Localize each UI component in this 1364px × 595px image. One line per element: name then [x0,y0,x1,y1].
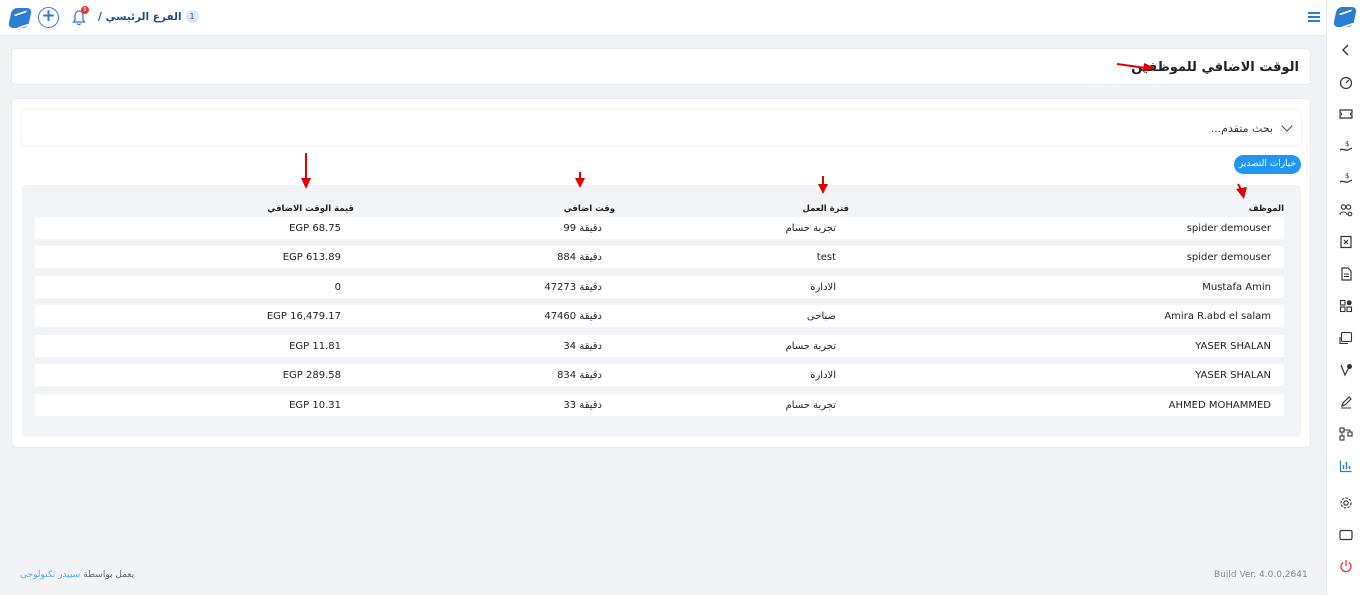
workflow-icon[interactable] [1339,427,1353,441]
sidebar: $ $ [1326,0,1364,595]
build-version: Build Ver. 4.0.0.2641 [1214,570,1308,580]
cell-employee: AHMED MOHAMMED [1168,400,1271,411]
menu-toggle-icon[interactable] [1308,12,1320,22]
cell-shift: الادارة [810,370,836,381]
power-icon[interactable] [1339,559,1353,573]
notification-badge: 5 [81,6,89,14]
document-icon[interactable] [1339,267,1353,281]
cell-overtime: 99 دقيقة [563,223,602,234]
powered-by-brand-link[interactable]: سبيدر تكنولوجى [20,570,80,580]
table-row[interactable]: AHMED MOHAMMED تجربة حسام 33 دقيقة EGP 1… [35,394,1284,416]
table-row[interactable]: YASER SHALAN تجربة حسام 34 دقيقة EGP 11.… [35,335,1284,357]
top-bar: + 5 1 الفرع الرئيسي / [0,0,1326,36]
cell-employee: YASER SHALAN [1195,341,1271,352]
column-header-overtime-value[interactable]: قيمة الوقت الاضافي [267,204,354,214]
settings-gear-icon[interactable] [1339,496,1353,510]
cell-overtime-value: EGP 289.58 [282,370,341,381]
cell-overtime-value: 0 [334,282,341,293]
powered-by-label: يعمل بواسطة [83,570,135,580]
reports-chart-icon[interactable] [1339,459,1353,473]
page-title: الوقت الاضافي للموظفين [1131,60,1299,75]
cell-shift: تجربة حسام [785,400,836,411]
cancel-document-icon[interactable] [1339,235,1353,249]
cell-employee: YASER SHALAN [1195,370,1271,381]
cell-overtime: 33 دقيقة [563,400,602,411]
branch-count-badge: 1 [185,10,199,23]
table-row[interactable]: spider demouser test 884 دقيقة EGP 613.8… [35,246,1284,268]
advanced-search-toggle[interactable]: بحث متقدم... [22,110,1301,145]
cell-overtime-value: EGP 16,479.17 [266,311,341,322]
cell-employee: spider demouser [1186,223,1271,234]
main-card: بحث متقدم... خيارات التصدير الموظف فترة … [11,98,1311,448]
cell-overtime-value: EGP 68.75 [289,223,341,234]
branch-name: الفرع الرئيسي / [98,10,182,23]
svg-text:$: $ [1345,140,1349,148]
annotation-arrow-icon [1116,63,1155,72]
export-options-button[interactable]: خيارات التصدير [1234,155,1301,174]
ticket-icon[interactable] [1339,107,1353,121]
column-header-shift[interactable]: فترة العمل [803,204,850,214]
chevron-down-icon [1281,120,1293,132]
powered-by: يعمل بواسطة سبيدر تكنولوجى [20,570,134,580]
column-header-overtime[interactable]: وقت اضافي [564,204,615,214]
annotation-arrow-icon [818,176,828,194]
cell-shift: تجربة حسام [785,223,836,234]
cell-shift: تجربة حسام [785,341,836,352]
app-logo-icon[interactable] [7,8,33,28]
svg-text:$: $ [1345,172,1349,180]
cell-overtime-value: EGP 10.31 [289,400,341,411]
cell-overtime: 34 دقيقة [563,341,602,352]
overtime-table: الموظف فترة العمل وقت اضافي قيمة الوقت ا… [22,185,1301,437]
cell-shift: الادارة [810,282,836,293]
cell-overtime: 884 دقيقة [557,252,602,263]
cell-overtime-value: EGP 613.89 [282,252,341,263]
cell-employee: spider demouser [1186,252,1271,263]
edit-sign-icon[interactable] [1339,395,1353,409]
table-row[interactable]: spider demouser تجربة حسام 99 دقيقة EGP … [35,217,1284,239]
annotation-arrow-icon [301,153,311,189]
column-header-employee[interactable]: الموظف [1249,204,1284,214]
users-settings-icon[interactable] [1339,203,1353,217]
dashboard-gauge-icon[interactable] [1339,75,1353,89]
table-row[interactable]: YASER SHALAN الادارة 834 دقيقة EGP 289.5… [35,364,1284,386]
approval-icon[interactable] [1339,363,1353,377]
table-row[interactable]: Amira R.abd el salam صباحى 47460 دقيقة E… [35,305,1284,327]
table-row[interactable]: Mustafa Amin الادارة 47273 دقيقة 0 [35,276,1284,298]
cell-overtime: 47273 دقيقة [544,282,602,293]
collapse-chevron-icon[interactable] [1339,43,1353,57]
salary-hand-icon[interactable]: $ [1339,139,1353,153]
cell-shift: test [816,252,836,263]
cell-employee: Amira R.abd el salam [1164,311,1271,322]
cell-employee: Mustafa Amin [1202,282,1271,293]
cell-shift: صباحى [806,311,836,322]
add-button[interactable]: + [38,7,59,28]
payroll-screen-icon[interactable] [1339,331,1353,345]
cell-overtime: 834 دقيقة [557,370,602,381]
cell-overtime-value: EGP 11.81 [289,341,341,352]
payment-hand-icon[interactable]: $ [1339,171,1353,185]
annotation-arrow-icon [1236,183,1247,199]
branch-breadcrumb[interactable]: 1 الفرع الرئيسي / [98,10,199,23]
advanced-search-label: بحث متقدم... [1210,122,1273,135]
sidebar-logo-icon[interactable] [1332,7,1358,27]
apps-add-icon[interactable] [1339,299,1353,313]
annotation-arrow-icon [575,172,585,188]
cell-overtime: 47460 دقيقة [544,311,602,322]
window-icon[interactable] [1339,528,1353,542]
